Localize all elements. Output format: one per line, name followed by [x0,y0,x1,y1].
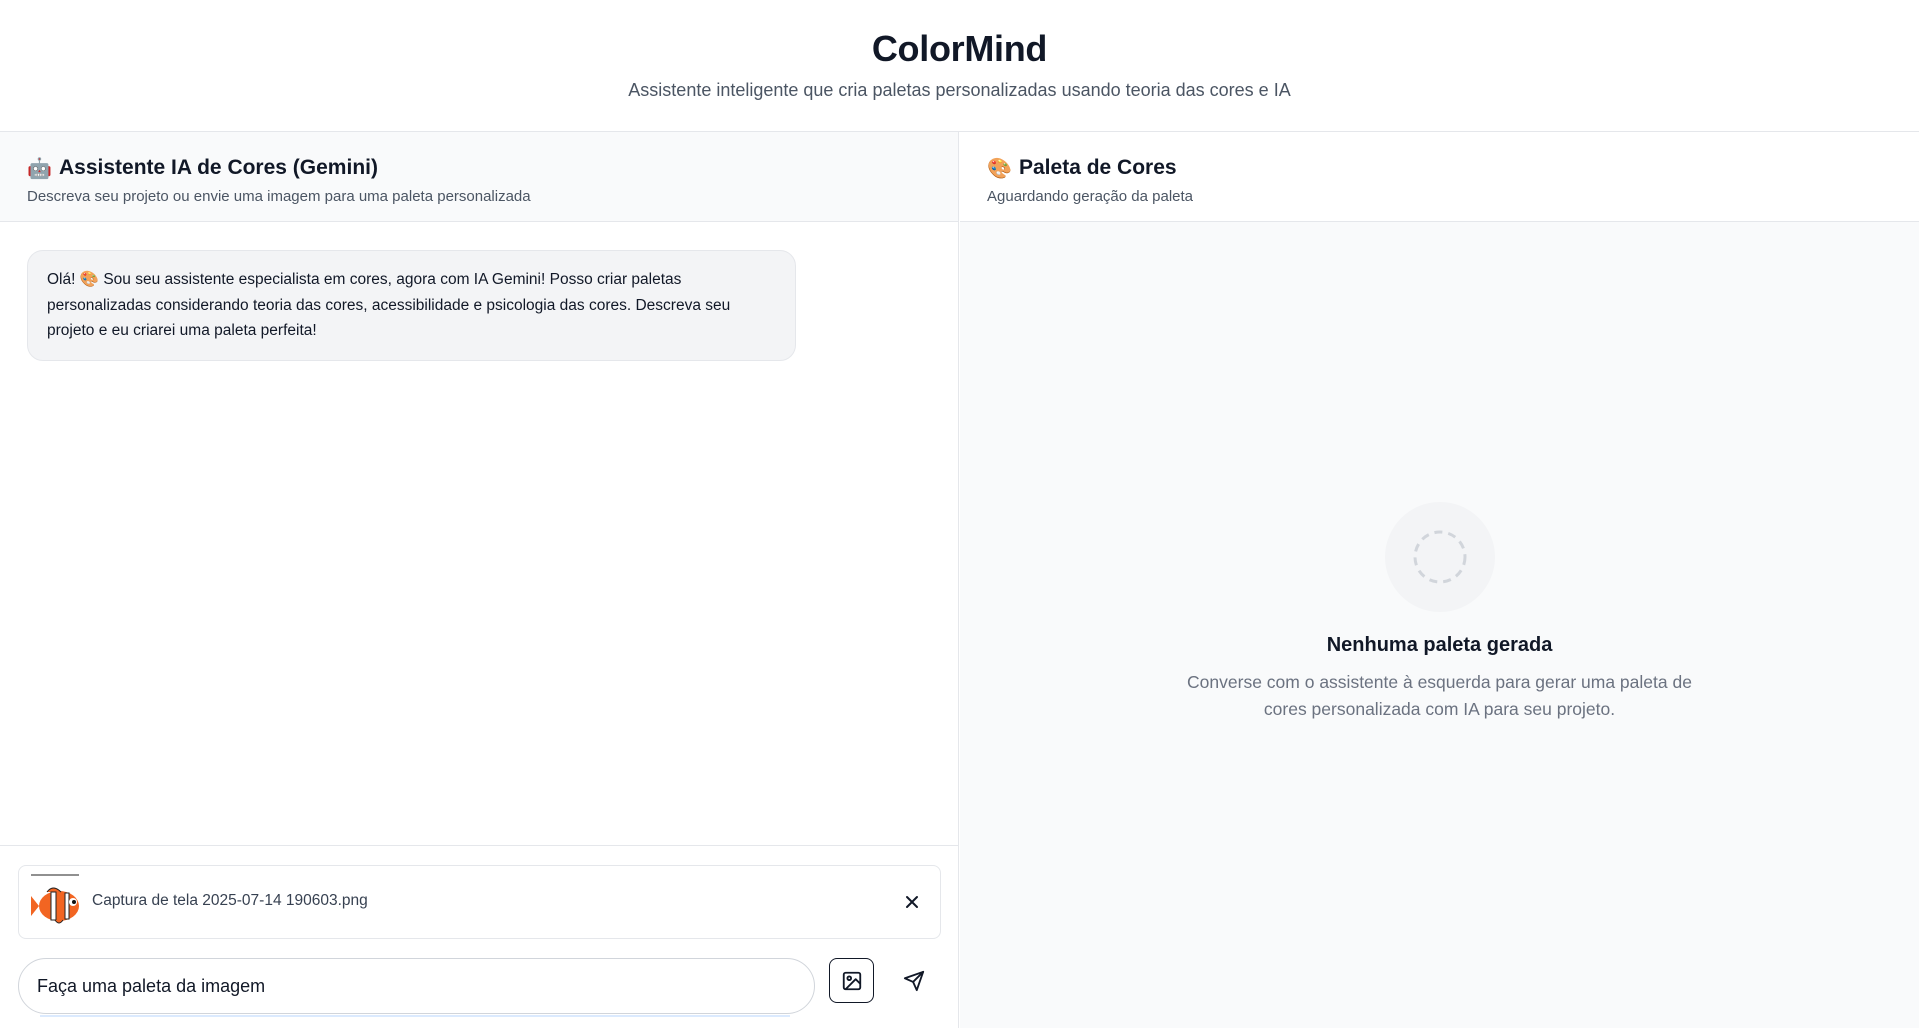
empty-state-loader [1385,502,1495,612]
palette-panel-title: Paleta de Cores [1019,156,1177,179]
palette-icon: 🎨 [987,157,1012,180]
chat-panel: 🤖 Assistente IA de Cores (Gemini) Descre… [0,132,959,1028]
assistant-message: Olá! 🎨 Sou seu assistente especialista e… [27,250,796,361]
chat-input-section: Captura de tela 2025-07-14 190603.png [0,845,958,1028]
image-icon [842,971,861,990]
attachment-filename: Captura de tela 2025-07-14 190603.png [92,892,368,909]
chat-messages: Olá! 🎨 Sou seu assistente especialista e… [0,223,958,845]
empty-state-title: Nenhuma paleta gerada [1326,634,1553,656]
robot-icon: 🤖 [27,157,52,180]
remove-attachment-button[interactable] [898,888,926,916]
palette-panel-header: 🎨 Paleta de Cores Aguardando geração da … [960,132,1919,222]
app-subtitle: Assistente inteligente que cria paletas … [628,80,1291,100]
input-focus-line [40,1015,790,1017]
send-icon [903,970,924,991]
app-title: ColorMind [871,28,1048,69]
loading-icon [1413,530,1467,584]
message-input[interactable] [18,958,815,1014]
close-icon [906,896,918,908]
empty-state-description: Converse com o assistente à esquerda par… [1187,672,1692,719]
chat-panel-title: Assistente IA de Cores (Gemini) [59,156,378,179]
chat-panel-description: Descreva seu projeto ou envie uma imagem… [27,188,531,205]
upload-image-button[interactable] [829,958,874,1003]
attachment-thumbnail [29,874,83,928]
palette-panel-title-row: 🎨 Paleta de Cores [987,154,1892,182]
send-button[interactable] [891,958,936,1003]
clownfish-image [31,874,79,924]
palette-panel: 🎨 Paleta de Cores Aguardando geração da … [960,132,1919,1028]
attachment-preview: Captura de tela 2025-07-14 190603.png [18,865,941,939]
chat-panel-title-row: 🤖 Assistente IA de Cores (Gemini) [27,154,931,182]
app-header: ColorMind Assistente inteligente que cri… [0,0,1919,132]
chat-panel-header: 🤖 Assistente IA de Cores (Gemini) Descre… [0,132,958,222]
palette-panel-status: Aguardando geração da paleta [987,188,1194,205]
